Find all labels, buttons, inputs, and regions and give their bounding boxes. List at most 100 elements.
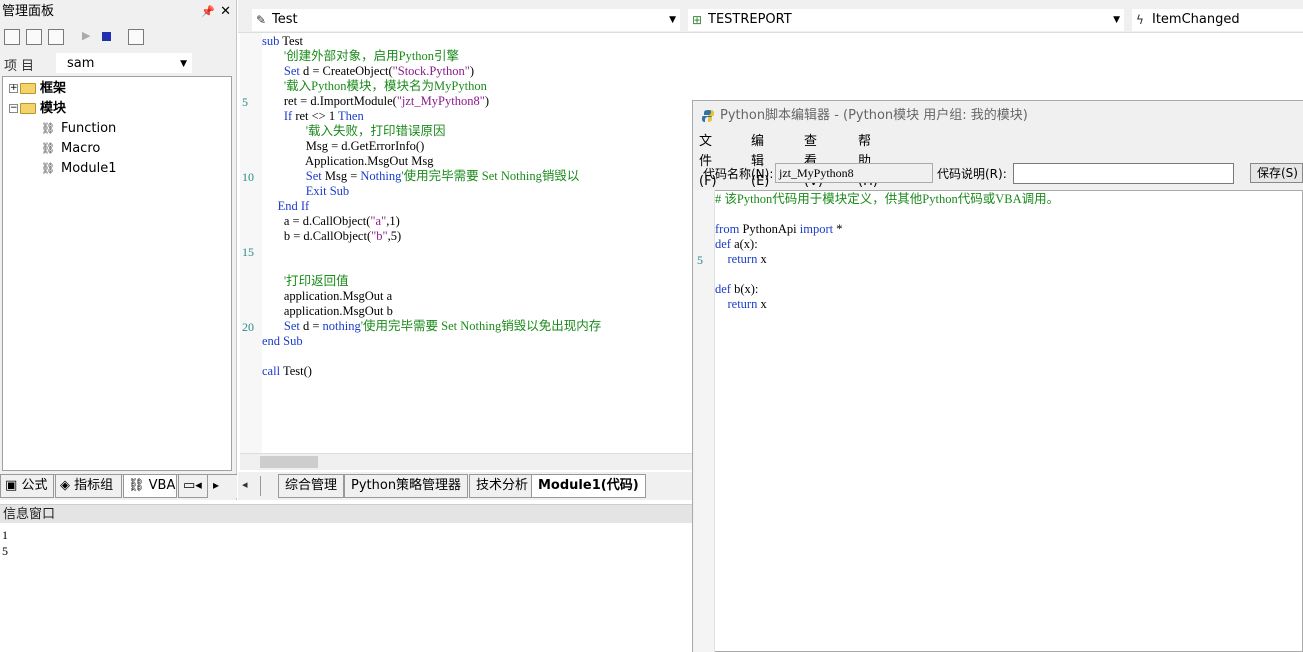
code-line: Set d = CreateObject("Stock.Python")	[262, 64, 474, 79]
code-token: "Stock.Python"	[392, 64, 470, 78]
info-title-label: 信息窗口	[3, 507, 56, 522]
code-line: '打印返回值	[262, 274, 349, 289]
code-token: )	[484, 94, 489, 108]
tab-vba[interactable]: ⛓ VBA	[123, 475, 177, 498]
window-title-label: Python脚本编辑器 - (Python模块 用户组: 我的模块)	[720, 108, 1028, 123]
code-line: sub Test	[262, 34, 303, 49]
code-line: '载入失败，打印错误原因	[262, 124, 446, 139]
code-token: Then	[338, 109, 364, 123]
menu-edit[interactable]: 编辑(E)	[751, 132, 769, 192]
vba-icon: ⛓	[128, 478, 145, 493]
tab-scroll-left-icon[interactable]: ◂	[242, 478, 248, 491]
code-token: Msg =	[321, 169, 361, 183]
code-token: a = d.CallObject(	[262, 214, 371, 228]
tab-separator	[260, 476, 261, 496]
code-token: '使用完毕需要 Set Nothing销毁以免出现内存	[360, 319, 602, 333]
tab-label: 综合管理	[285, 478, 338, 493]
code-token: Set	[262, 64, 300, 78]
code-line: a = d.CallObject("a",1)	[262, 214, 400, 229]
line-number: 10	[242, 170, 254, 184]
info-line: 5	[2, 544, 8, 558]
code-token: Nothing	[360, 169, 402, 183]
code-line: end Sub	[262, 334, 303, 349]
horizontal-scrollbar[interactable]	[240, 453, 692, 470]
code-token: Msg = d.GetErrorInfo()	[262, 139, 425, 153]
python-code-editor[interactable]	[694, 190, 1303, 652]
code-line: application.MsgOut a	[262, 289, 392, 304]
code-token: '使用完毕需要 Set Nothing销毁以	[401, 169, 580, 183]
tab-label: 公式	[21, 478, 48, 493]
code-line: application.MsgOut b	[262, 304, 393, 319]
code-token: Exit Sub	[262, 184, 350, 198]
tab-label: 技术分析	[476, 478, 529, 493]
info-window-title: 信息窗口	[0, 504, 692, 523]
code-token: ,5)	[387, 229, 402, 243]
chevron-down-icon: ▼	[1113, 15, 1120, 25]
code-token: ,1)	[386, 214, 400, 228]
tab-scroll-right-icon[interactable]: ▸	[213, 478, 219, 492]
menu-file[interactable]: 文件(F)	[699, 132, 717, 192]
object-select[interactable]: ⊞ TESTREPORT ▼	[688, 9, 1124, 31]
code-token: d = CreateObject(	[299, 64, 393, 78]
code-token: d =	[299, 319, 323, 333]
code-token: b = d.CallObject(	[262, 229, 372, 243]
code-token: Set	[262, 169, 322, 183]
tab-overview[interactable]: 综合管理	[278, 474, 345, 498]
save-button[interactable]: 保存(S)	[1250, 163, 1303, 183]
code-name-label: 代码名称(N):	[703, 167, 774, 181]
code-line: End If	[262, 199, 310, 214]
scrollbar-thumb[interactable]	[260, 456, 318, 468]
tab-indicator-group[interactable]: ◈ 指标组	[55, 475, 122, 498]
python-editor-title: Python脚本编辑器 - (Python模块 用户组: 我的模块)	[692, 106, 1028, 126]
menu-help[interactable]: 帮助(H)	[858, 132, 878, 192]
code-token: '载入失败，打印错误原因	[262, 124, 446, 138]
code-description-field[interactable]	[1013, 163, 1234, 184]
code-token: nothing	[322, 319, 361, 333]
info-line: 1	[2, 528, 8, 542]
tab-label: VBA	[148, 478, 176, 493]
code-token: call	[262, 364, 281, 378]
code-token: Set	[262, 319, 300, 333]
code-line: '载入Python模块，模块名为MyPython	[262, 79, 487, 94]
code-token: application.MsgOut b	[262, 304, 393, 318]
code-line: b = d.CallObject("b",5)	[262, 229, 401, 244]
code-token: ret <> 1	[292, 109, 339, 123]
event-select[interactable]: ϟ ItemChanged	[1132, 9, 1303, 31]
tab-module1-code[interactable]: Module1(代码)	[531, 474, 646, 498]
line-number: 20	[242, 320, 254, 334]
tab-technical-analysis[interactable]: 技术分析	[469, 474, 536, 498]
tab-label: Module1(代码)	[538, 478, 639, 493]
tab-python-manager[interactable]: Python策略管理器	[344, 474, 469, 498]
indicator-icon: ◈	[60, 478, 70, 493]
code-token: Test	[279, 34, 303, 48]
code-token: If	[262, 109, 293, 123]
code-token: "b"	[371, 229, 388, 243]
code-token: Test()	[280, 364, 312, 378]
code-lines: sub Test '创建外部对象，启用Python引擎 Set d = Crea…	[0, 0, 692, 470]
menu-view[interactable]: 查看(V)	[804, 132, 823, 192]
object-value: TESTREPORT	[708, 12, 792, 27]
tab-scroll-left-icon[interactable]: ◂	[195, 478, 202, 493]
code-token: end Sub	[262, 334, 303, 348]
folder-icon: ▭	[183, 478, 196, 493]
code-token: '打印返回值	[262, 274, 349, 288]
code-token: ret = d.ImportModule(	[262, 94, 397, 108]
lightning-icon: ϟ	[1136, 13, 1144, 27]
code-line: If ret <> 1 Then	[262, 109, 364, 124]
formula-icon: ▣	[5, 478, 18, 493]
code-token: )	[469, 64, 475, 78]
code-token: '创建外部对象，启用Python引擎	[262, 49, 460, 63]
tab-formula[interactable]: ▣ 公式	[0, 475, 54, 498]
code-line: call Test()	[262, 364, 312, 379]
document-tabs: ◂ 综合管理 Python策略管理器 技术分析 Module1(代码)	[238, 472, 693, 500]
code-token: Application.MsgOut Msg	[262, 154, 434, 168]
code-line: Msg = d.GetErrorInfo()	[262, 139, 424, 154]
code-name-field[interactable]: jzt_MyPython8	[775, 163, 933, 183]
tab-folder[interactable]: ▭◂	[178, 475, 208, 498]
code-line: Application.MsgOut Msg	[262, 154, 434, 169]
code-token: "jzt_MyPython8"	[396, 94, 485, 108]
code-line: Set d = nothing'使用完毕需要 Set Nothing销毁以免出现…	[262, 319, 601, 334]
code-token: "a"	[370, 214, 387, 228]
code-token: '载入Python模块，模块名为MyPython	[262, 79, 487, 93]
code-line: Set Msg = Nothing'使用完毕需要 Set Nothing销毁以	[262, 169, 580, 184]
